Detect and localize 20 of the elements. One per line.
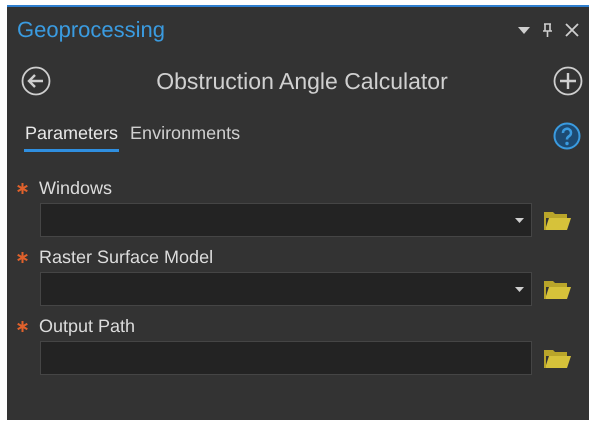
tab[interactable]: Environments — [129, 119, 242, 152]
folder-icon[interactable] — [544, 347, 572, 369]
tab[interactable]: Parameters — [24, 119, 120, 152]
pin-icon[interactable] — [542, 22, 553, 38]
dropdown-caret-icon — [515, 286, 524, 292]
close-icon[interactable] — [565, 23, 579, 37]
folder-icon[interactable] — [544, 278, 572, 300]
dropdown-caret-icon — [515, 218, 524, 222]
dropdown-field[interactable] — [40, 203, 532, 237]
dropdown-caret-icon[interactable] — [518, 26, 530, 34]
pane-title: Geoprocessing — [17, 17, 165, 43]
add-icon[interactable] — [553, 66, 583, 96]
parameter-label: Windows — [39, 178, 112, 199]
dropdown-field[interactable] — [40, 272, 532, 306]
tool-title: Obstruction Angle Calculator — [156, 68, 448, 94]
help-icon[interactable] — [553, 122, 581, 150]
folder-icon[interactable] — [544, 209, 572, 231]
parameter-label: Output Path — [39, 316, 136, 337]
parameter-label: Raster Surface Model — [39, 247, 214, 268]
input-field[interactable] — [40, 341, 532, 375]
